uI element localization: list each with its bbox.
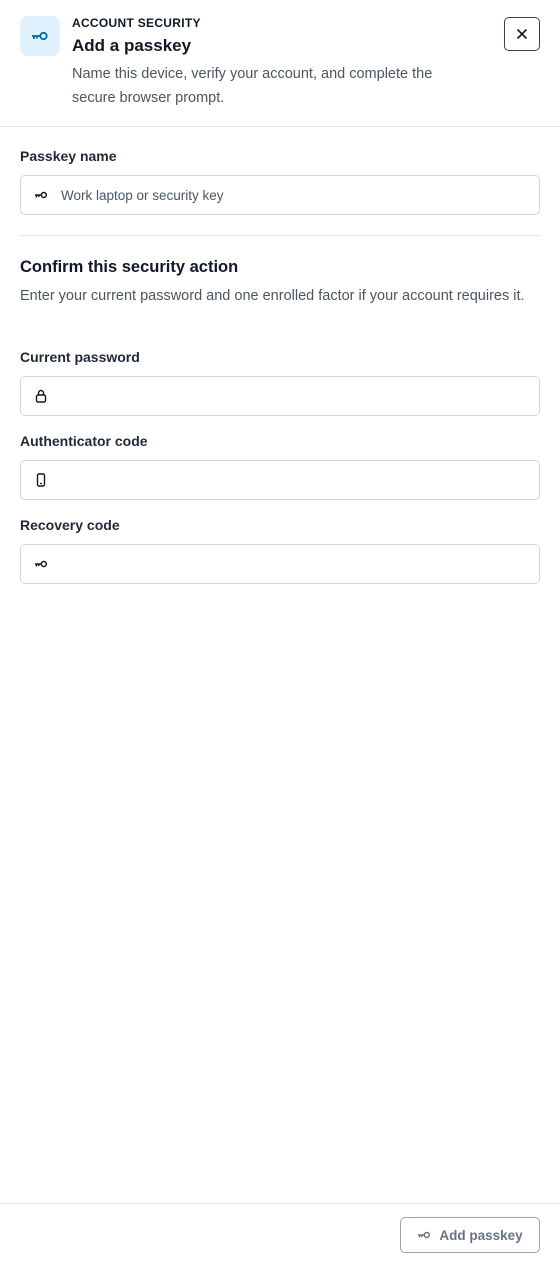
current-password-input[interactable] bbox=[61, 377, 531, 415]
close-button[interactable] bbox=[504, 17, 540, 51]
dialog-subtitle: Name this device, verify your account, a… bbox=[72, 66, 433, 106]
dialog-title: Add a passkey bbox=[72, 36, 192, 55]
key-icon bbox=[33, 556, 49, 572]
recovery-code-input[interactable] bbox=[61, 545, 531, 583]
close-icon bbox=[516, 28, 528, 40]
key-icon bbox=[418, 1231, 431, 1239]
add-passkey-dialog: ACCOUNT SECURITY Add a passkey Name this… bbox=[0, 0, 560, 1264]
dialog-eyebrow: ACCOUNT SECURITY bbox=[72, 16, 201, 30]
dialog-footer: Add passkey bbox=[0, 1203, 560, 1264]
section-divider bbox=[20, 235, 540, 236]
dialog-header: ACCOUNT SECURITY Add a passkey Name this… bbox=[0, 0, 560, 127]
passkey-name-input[interactable] bbox=[61, 176, 531, 214]
authenticator-code-input[interactable] bbox=[61, 461, 531, 499]
phone-icon bbox=[33, 472, 49, 488]
verification-title: Confirm this security action bbox=[20, 258, 239, 276]
verification-description: Enter your current password and one enro… bbox=[20, 288, 525, 304]
authenticator-code-field[interactable] bbox=[20, 460, 540, 500]
recovery-code-field[interactable] bbox=[20, 544, 540, 584]
key-icon bbox=[20, 16, 60, 56]
passkey-name-field[interactable] bbox=[20, 175, 540, 215]
passkey-name-label: Passkey name bbox=[20, 148, 117, 164]
recovery-code-label: Recovery code bbox=[20, 517, 120, 533]
current-password-label: Current password bbox=[20, 349, 140, 365]
authenticator-code-label: Authenticator code bbox=[20, 433, 148, 449]
key-icon bbox=[33, 187, 49, 203]
lock-icon bbox=[33, 388, 49, 404]
add-passkey-button[interactable]: Add passkey bbox=[400, 1217, 540, 1253]
add-passkey-label: Add passkey bbox=[439, 1227, 523, 1243]
current-password-field[interactable] bbox=[20, 376, 540, 416]
